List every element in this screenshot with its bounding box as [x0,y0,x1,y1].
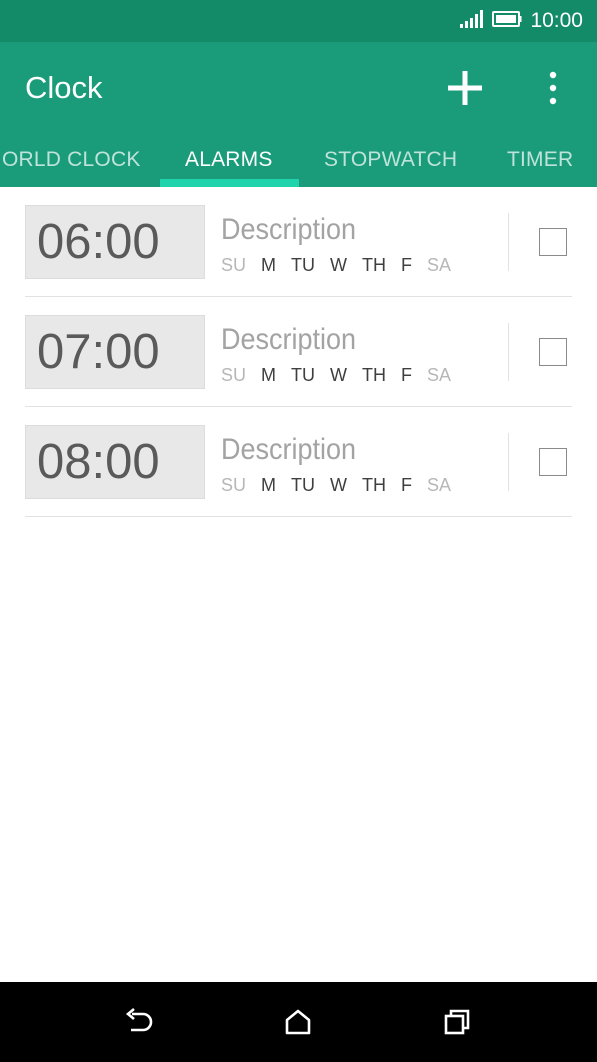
alarm-item[interactable]: 06:00 Description SU M TU W TH F SA [0,187,597,297]
recents-icon [444,1009,470,1035]
day-saturday: SA [427,255,452,275]
back-button[interactable] [119,1002,159,1042]
active-tab-indicator [160,179,299,187]
alarm-time[interactable]: 07:00 [25,315,205,389]
battery-icon [492,11,522,31]
alarm-item[interactable]: 07:00 Description SU M TU W TH F SA [0,297,597,407]
alarm-description: Description [221,433,357,466]
alarm-description: Description [221,213,357,246]
list-divider [25,516,572,517]
alarm-toggle-checkbox[interactable] [539,448,567,476]
recents-button[interactable] [437,1002,477,1042]
day-wednesday: W [330,475,348,495]
app-bar: Clock ORLD CLOCK ALARMS STOPWATCH TIMER [0,42,597,187]
tab-timer[interactable]: TIMER [507,148,573,172]
app-title: Clock [25,70,103,105]
row-separator [508,323,509,381]
overflow-menu-icon [549,71,557,105]
day-saturday: SA [427,365,452,385]
day-sunday: SU [221,365,247,385]
row-separator [508,433,509,491]
navigation-bar [0,982,597,1062]
day-sunday: SU [221,475,247,495]
home-icon [285,1009,311,1035]
tab-alarms[interactable]: ALARMS [185,148,273,172]
day-saturday: SA [427,475,452,495]
day-wednesday: W [330,365,348,385]
tab-stopwatch[interactable]: STOPWATCH [324,148,457,172]
day-monday: M [261,475,277,495]
status-bar: 10:00 [0,0,597,42]
alarm-description: Description [221,323,357,356]
alarm-item[interactable]: 08:00 Description SU M TU W TH F SA [0,407,597,517]
signal-icon [460,10,484,32]
day-thursday: TH [362,255,387,275]
day-sunday: SU [221,255,247,275]
overflow-menu-button[interactable] [535,62,571,114]
day-monday: M [261,255,277,275]
day-friday: F [401,475,413,495]
alarm-time[interactable]: 08:00 [25,425,205,499]
alarm-toggle-checkbox[interactable] [539,338,567,366]
row-separator [508,213,509,271]
day-friday: F [401,255,413,275]
day-tuesday: TU [291,365,316,385]
back-icon [125,1008,153,1032]
status-time: 10:00 [530,9,583,32]
day-tuesday: TU [291,475,316,495]
day-thursday: TH [362,475,387,495]
alarm-days: SU M TU W TH F SA [221,475,466,496]
day-monday: M [261,365,277,385]
day-thursday: TH [362,365,387,385]
alarm-days: SU M TU W TH F SA [221,255,466,276]
add-alarm-button[interactable] [440,62,490,114]
alarm-list: 06:00 Description SU M TU W TH F SA 07:0… [0,187,597,517]
tab-bar: ORLD CLOCK ALARMS STOPWATCH TIMER [0,140,597,187]
day-friday: F [401,365,413,385]
day-tuesday: TU [291,255,316,275]
alarm-time[interactable]: 06:00 [25,205,205,279]
day-wednesday: W [330,255,348,275]
add-icon [448,71,482,105]
alarm-days: SU M TU W TH F SA [221,365,466,386]
home-button[interactable] [278,1002,318,1042]
alarm-toggle-checkbox[interactable] [539,228,567,256]
tab-world-clock[interactable]: ORLD CLOCK [2,148,141,172]
